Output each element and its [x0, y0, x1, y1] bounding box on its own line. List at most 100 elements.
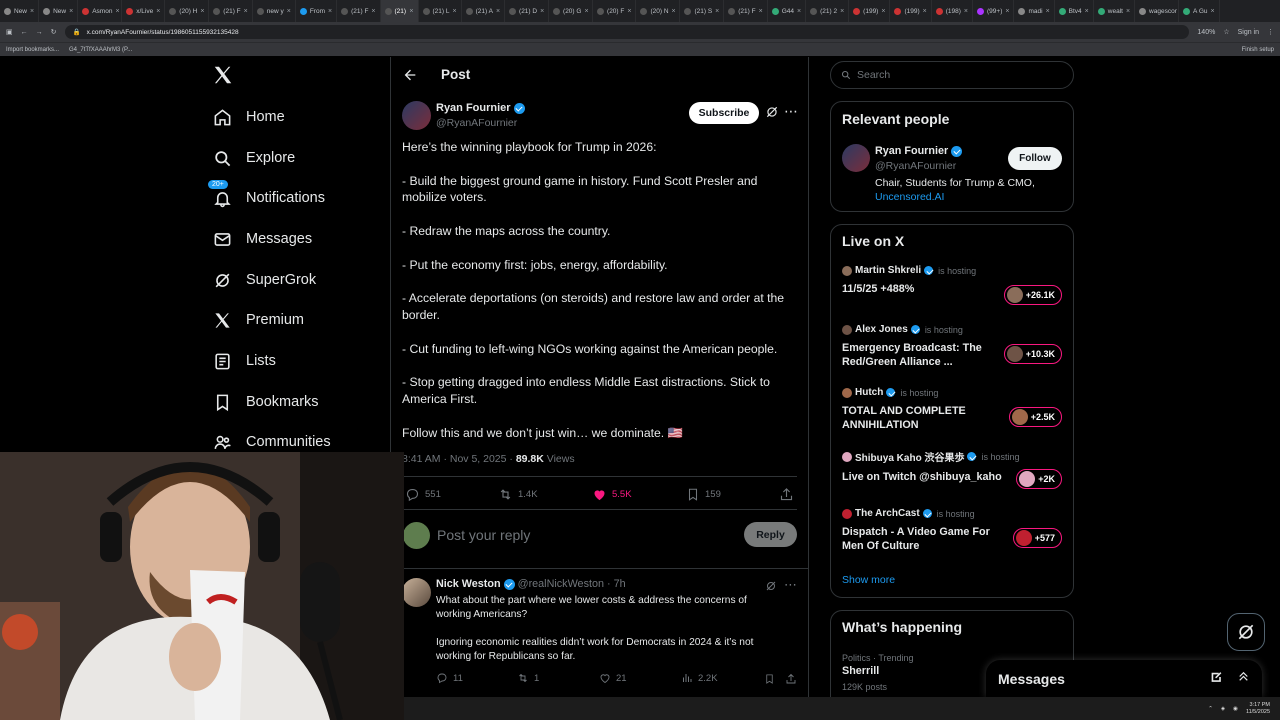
tab-close-icon[interactable]: ×: [672, 8, 676, 15]
nav-item-home[interactable]: Home: [212, 102, 285, 132]
search-box[interactable]: Search: [830, 61, 1074, 89]
tab-close-icon[interactable]: ×: [156, 8, 160, 15]
browser-tab[interactable]: New ×: [39, 0, 79, 22]
signin-button[interactable]: Sign in: [1238, 29, 1259, 36]
nav-item-notifications[interactable]: 20+ Notifications: [208, 180, 325, 213]
repost-action[interactable]: 1: [517, 672, 539, 684]
tab-close-icon[interactable]: ×: [923, 8, 927, 15]
tab-close-icon[interactable]: ×: [496, 8, 500, 15]
tab-close-icon[interactable]: ×: [1046, 8, 1050, 15]
volume-icon[interactable]: ◉: [1233, 706, 1238, 712]
grok-floating-button[interactable]: [1227, 613, 1265, 651]
relevant-name[interactable]: Ryan Fournier: [875, 145, 948, 157]
tab-close-icon[interactable]: ×: [30, 8, 34, 15]
new-message-icon[interactable]: [1210, 670, 1223, 688]
bio-link[interactable]: Uncensored.AI: [875, 191, 944, 203]
messages-drawer[interactable]: Messages: [986, 660, 1262, 697]
reply-button[interactable]: Reply: [744, 522, 797, 547]
tray-up-icon[interactable]: ⌃: [1208, 706, 1213, 712]
reply-input[interactable]: Post your reply: [437, 527, 530, 543]
tab-close-icon[interactable]: ×: [409, 8, 413, 15]
tab-close-icon[interactable]: ×: [1126, 8, 1130, 15]
browser-tab[interactable]: (199) ×: [890, 0, 932, 22]
browser-tab[interactable]: (20) N ×: [636, 0, 681, 22]
bookmark-item[interactable]: Import bookmarks...: [6, 47, 59, 53]
subscribe-button[interactable]: Subscribe: [689, 102, 759, 124]
listener-count-pill[interactable]: +26.1K: [1003, 285, 1062, 305]
browser-tab[interactable]: (20) H ×: [165, 0, 210, 22]
tab-close-icon[interactable]: ×: [69, 8, 73, 15]
reply-action[interactable]: 11: [436, 672, 463, 684]
browser-tab[interactable]: (21) 2 ×: [806, 0, 850, 22]
tab-close-icon[interactable]: ×: [840, 8, 844, 15]
relevant-avatar[interactable]: [842, 144, 870, 172]
tab-close-icon[interactable]: ×: [584, 8, 588, 15]
listener-count-pill[interactable]: +2.5K: [1008, 407, 1062, 427]
author-avatar[interactable]: [402, 101, 431, 130]
browser-tab[interactable]: (21) F ×: [209, 0, 253, 22]
listener-count-pill[interactable]: +10.3K: [1003, 344, 1062, 364]
sidebar-toggle-icon[interactable]: ▣: [6, 28, 13, 36]
browser-tab[interactable]: (20) F ×: [593, 0, 637, 22]
author-name[interactable]: Ryan Fournier: [436, 102, 511, 114]
listener-count-pill[interactable]: +2K: [1016, 469, 1062, 489]
tab-close-icon[interactable]: ×: [371, 8, 375, 15]
browser-tab[interactable]: (20) G ×: [549, 0, 594, 22]
post-timestamp[interactable]: 8:41 AM · Nov 5, 2025 ·: [402, 453, 513, 465]
trend-topic[interactable]: Sherrill: [842, 665, 879, 677]
browser-tab[interactable]: x/Live ×: [122, 0, 166, 22]
browser-tab[interactable]: Btv4 ×: [1055, 0, 1094, 22]
menu-icon[interactable]: ⋮: [1267, 28, 1274, 36]
browser-tab[interactable]: (99+) ×: [973, 0, 1015, 22]
like-action[interactable]: 5.5K: [592, 487, 632, 502]
search-input[interactable]: Search: [857, 69, 890, 81]
tab-close-icon[interactable]: ×: [627, 8, 631, 15]
reply-avatar[interactable]: [402, 578, 431, 607]
browser-tab[interactable]: (21) L ×: [419, 0, 462, 22]
relevant-handle[interactable]: @RyanAFournier: [875, 160, 956, 172]
nav-item-explore[interactable]: Explore: [212, 143, 295, 173]
reply-author-name[interactable]: Nick Weston: [436, 578, 501, 590]
share-icon[interactable]: [779, 487, 794, 507]
tab-close-icon[interactable]: ×: [115, 8, 119, 15]
bookmark-item[interactable]: G4_7tTfXAAAhrM3 (P...: [69, 47, 132, 53]
browser-tab[interactable]: From ×: [296, 0, 338, 22]
bookmark-action[interactable]: 159: [686, 487, 721, 502]
tab-close-icon[interactable]: ×: [1211, 8, 1215, 15]
tab-close-icon[interactable]: ×: [759, 8, 763, 15]
tab-close-icon[interactable]: ×: [200, 8, 204, 15]
tab-close-icon[interactable]: ×: [1085, 8, 1089, 15]
reload-icon[interactable]: ↻: [51, 28, 57, 36]
tab-close-icon[interactable]: ×: [540, 8, 544, 15]
browser-tab[interactable]: madi ×: [1014, 0, 1055, 22]
nav-item-premium[interactable]: Premium: [212, 305, 304, 335]
tab-close-icon[interactable]: ×: [328, 8, 332, 15]
back-icon[interactable]: ←: [21, 29, 28, 36]
star-icon[interactable]: ☆: [1223, 28, 1229, 36]
browser-tab[interactable]: (21) A ×: [462, 0, 506, 22]
browser-tab[interactable]: (198) ×: [932, 0, 974, 22]
browser-tab[interactable]: (21) F ×: [337, 0, 381, 22]
repost-action[interactable]: 1.4K: [498, 487, 538, 502]
reply-action[interactable]: 551: [405, 487, 441, 502]
tab-close-icon[interactable]: ×: [244, 8, 248, 15]
follow-button[interactable]: Follow: [1008, 147, 1062, 170]
url-bar[interactable]: 🔒 x.com/RyanAFournier/status/19860511559…: [64, 25, 1190, 39]
like-action[interactable]: 21: [599, 672, 627, 684]
show-more-link[interactable]: Show more: [842, 574, 895, 586]
clock[interactable]: 3:17 PM 11/5/2025: [1246, 702, 1270, 716]
browser-tab[interactable]: A Gu ×: [1179, 0, 1220, 22]
nav-item-supergrok[interactable]: SuperGrok: [212, 265, 316, 295]
tab-close-icon[interactable]: ×: [964, 8, 968, 15]
browser-tab[interactable]: (21) D ×: [505, 0, 550, 22]
tab-close-icon[interactable]: ×: [797, 8, 801, 15]
nav-item-lists[interactable]: Lists: [212, 346, 276, 376]
browser-tab[interactable]: (21) F ×: [724, 0, 768, 22]
browser-tab[interactable]: wagescor×: [1135, 0, 1180, 22]
expand-icon[interactable]: [1237, 670, 1250, 688]
tab-close-icon[interactable]: ×: [1005, 8, 1009, 15]
reply-author-handle[interactable]: @realNickWeston · 7h: [518, 578, 626, 590]
tab-close-icon[interactable]: ×: [881, 8, 885, 15]
browser-tab[interactable]: G44 ×: [768, 0, 807, 22]
nav-item-messages[interactable]: Messages: [212, 224, 312, 254]
